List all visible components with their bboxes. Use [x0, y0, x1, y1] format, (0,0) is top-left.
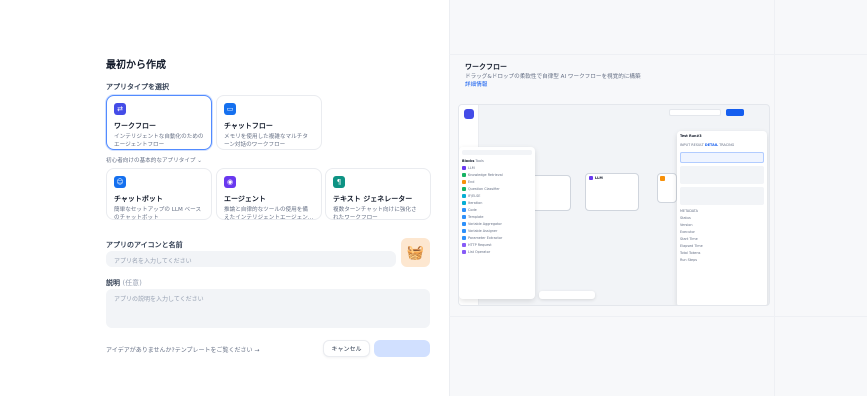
app-type-workflow[interactable]: ⇄ ワークフロー インテリジェントな自動化のための エージェントフロー: [106, 95, 212, 150]
cancel-button[interactable]: キャンセル: [323, 340, 370, 357]
app-type-chatflow[interactable]: ▭ チャットフロー メモリを使用した複雑なマルチタ ーン対話のワークフロー: [216, 95, 322, 150]
card-desc: 複数ターンチャット向けに強化さ れたワークフロー: [333, 207, 417, 221]
learn-more-link[interactable]: 詳細情報: [465, 80, 487, 88]
beginner-types-toggle[interactable]: 初心者向けの基本的なアプリタイプ ⌄: [106, 156, 202, 164]
card-title: テキスト ジェネレーター: [333, 195, 413, 203]
preview-node: [531, 175, 571, 211]
app-name-input[interactable]: アプリ名を入力してください: [106, 251, 396, 267]
text-generator-icon: ¶: [333, 176, 345, 188]
card-title: エージェント: [224, 195, 266, 203]
preview-node-llm: LLM: [585, 173, 639, 211]
card-title: チャットボット: [114, 195, 163, 203]
chevron-down-icon: ⌄: [197, 158, 202, 164]
workflow-preview-image: LLM Blocks Tools LLM Knowledge Retrieval…: [458, 104, 770, 306]
app-icon-picker[interactable]: 🧺: [401, 238, 430, 267]
description-textarea[interactable]: アプリの説明を入力してください: [106, 289, 430, 328]
preview-run-panel: Test Run#3 INPUT RESULT DETAIL TRACING M…: [677, 131, 767, 305]
chat-bubble-icon: ▭: [224, 103, 236, 115]
card-desc: 簡単なセットアップの LLM ベース のチャットボット: [114, 207, 202, 221]
app-type-chatbot[interactable]: ☺ チャットボット 簡単なセットアップの LLM ベース のチャットボット: [106, 168, 212, 221]
app-type-label: アプリタイプを選択: [106, 83, 169, 91]
chatbot-icon: ☺: [114, 176, 126, 188]
page-title: 最初から作成: [106, 60, 166, 71]
create-app-dialog: 最初から作成 アプリタイプを選択 ⇄ ワークフロー インテリジェントな自動化のた…: [0, 0, 449, 396]
preview-node: [657, 173, 677, 203]
preview-description: ドラッグ&ドロップの柔軟性で自律型 AI ワークフローを視覚的に構築: [465, 74, 641, 80]
preview-node-picker: Blocks Tools LLM Knowledge Retrieval End…: [459, 147, 535, 299]
card-desc: インテリジェントな自動化のための エージェントフロー: [114, 134, 204, 148]
workflow-icon: ⇄: [114, 103, 126, 115]
icon-name-label: アプリのアイコンと名前: [106, 241, 183, 249]
template-link[interactable]: アイデアがありませんか?テンプレートをご覧ください →: [106, 345, 259, 354]
app-type-agent[interactable]: ◉ エージェント 推論と自律的なツールの使用を備 えたインテリジェントエージェン…: [216, 168, 322, 221]
preview-title: ワークフロー: [465, 63, 507, 71]
card-desc: メモリを使用した複雑なマルチタ ーン対話のワークフロー: [224, 134, 308, 148]
description-label: 説明 (任意): [106, 279, 142, 287]
basket-icon: 🧺: [406, 244, 425, 261]
app-type-text-generator[interactable]: ¶ テキスト ジェネレーター 複数ターンチャット向けに強化さ れたワークフロー: [325, 168, 431, 221]
card-desc: 推論と自律的なツールの使用を備 えたインテリジェントエージェン…: [224, 207, 314, 221]
create-button[interactable]: [374, 340, 430, 357]
card-title: チャットフロー: [224, 122, 273, 130]
card-title: ワークフロー: [114, 122, 156, 130]
agent-icon: ◉: [224, 176, 236, 188]
